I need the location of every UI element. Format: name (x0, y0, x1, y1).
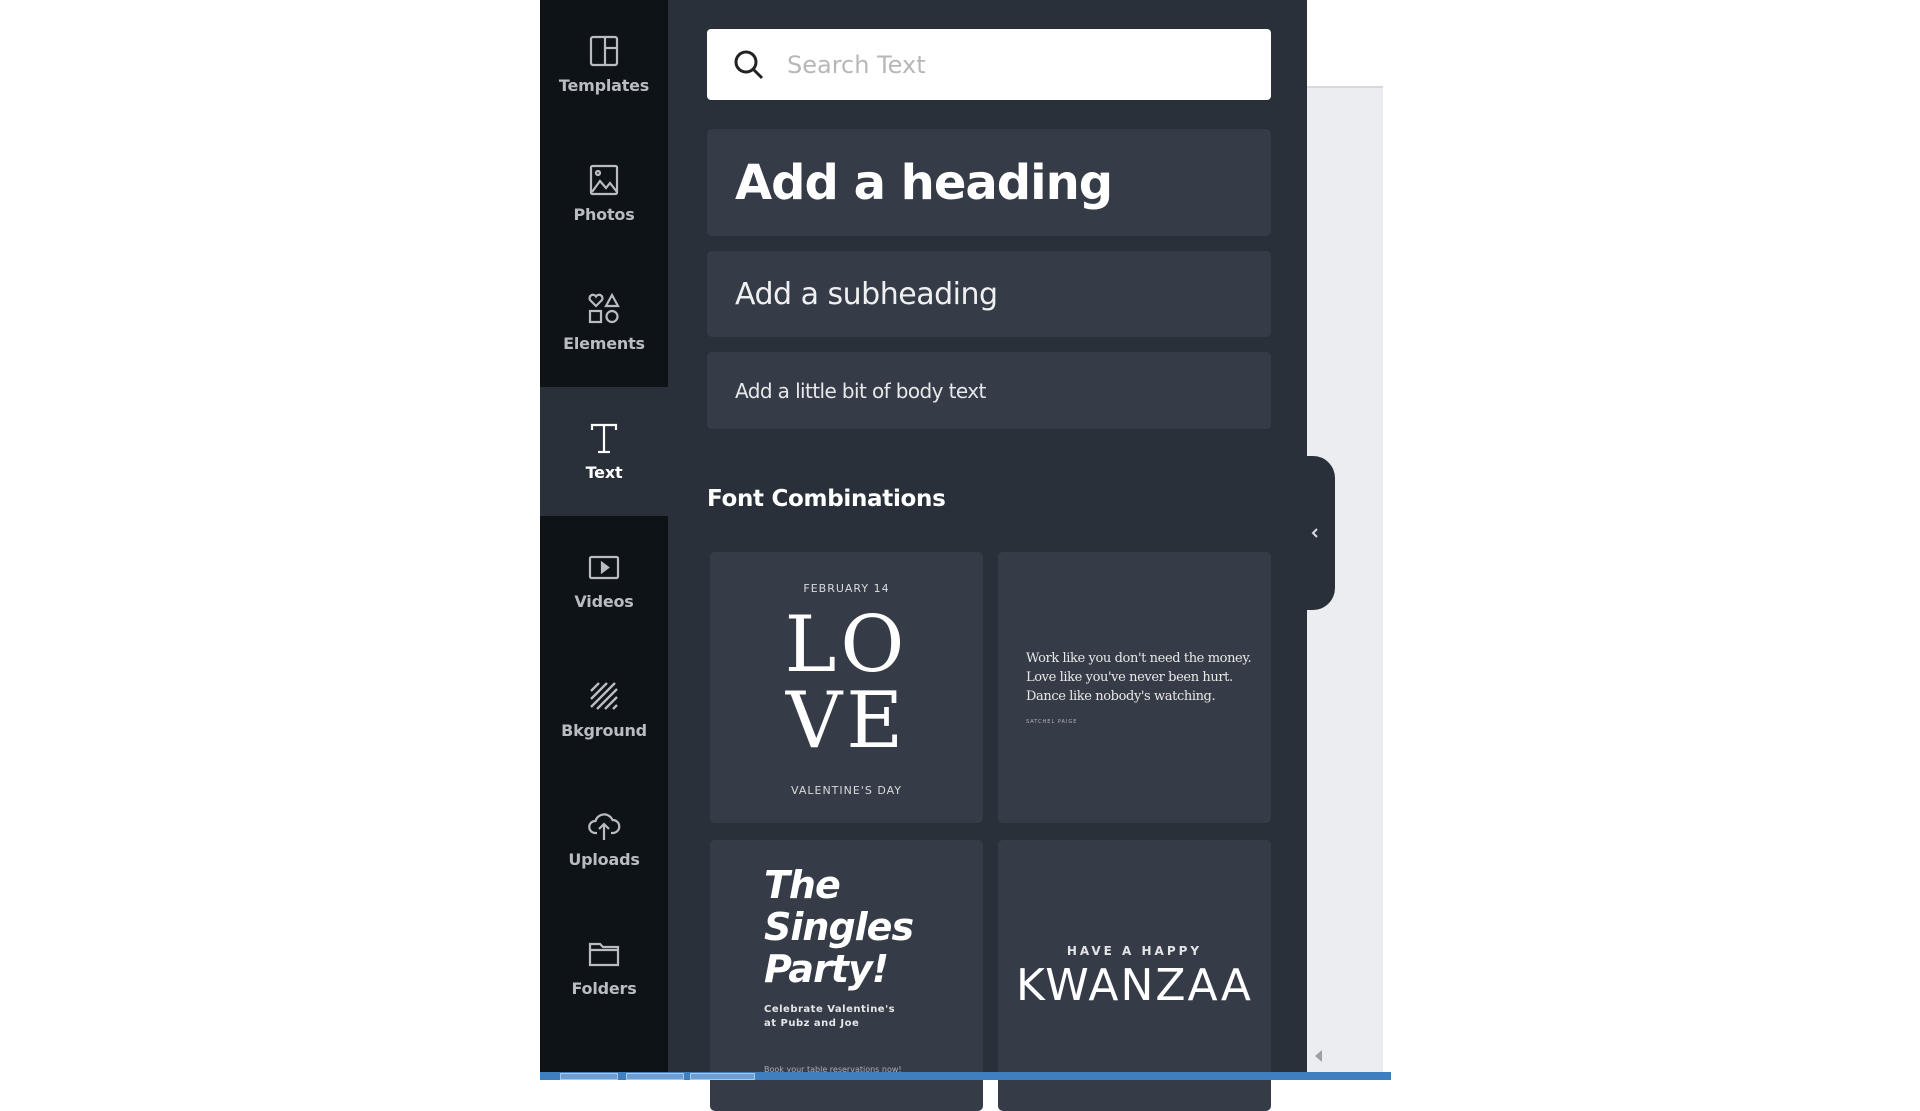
combination-caption-text: VALENTINE'S DAY (791, 784, 902, 797)
taskbar-button[interactable] (626, 1073, 684, 1080)
search-box[interactable] (707, 29, 1271, 100)
sidebar: Templates Photos Elements Text Videos Bk… (540, 0, 668, 1072)
taskbar (540, 1072, 1391, 1080)
combination-small-text: HAVE A HAPPY (1066, 944, 1203, 958)
font-combination-quote[interactable]: Work like you don't need the money. Love… (998, 552, 1271, 823)
collapse-panel-button[interactable] (1307, 456, 1335, 610)
sidebar-item-photos[interactable]: Photos (540, 129, 668, 258)
sidebar-item-uploads[interactable]: Uploads (540, 774, 668, 903)
combination-attribution-text: SATCHEL PAIGE (1026, 719, 1078, 725)
sidebar-item-folders[interactable]: Folders (540, 903, 668, 1032)
font-combinations-heading: Font Combinations (707, 486, 946, 512)
search-input[interactable] (785, 49, 1229, 80)
taskbar-button[interactable] (690, 1073, 755, 1080)
sidebar-item-label: Videos (574, 592, 634, 611)
add-heading-button[interactable]: Add a heading (707, 129, 1271, 236)
videos-icon (588, 555, 620, 580)
sidebar-item-label: Bkground (561, 721, 647, 740)
uploads-icon (588, 813, 621, 840)
folders-icon (588, 942, 620, 967)
font-combination-singles-party[interactable]: The Singles Party! Celebrate Valentine's… (710, 840, 983, 1111)
search-icon (734, 50, 764, 79)
combination-quote-text: Work like you don't need the money. Love… (1026, 651, 1252, 704)
add-body-text-button[interactable]: Add a little bit of body text (707, 352, 1271, 429)
sidebar-item-label: Templates (558, 76, 650, 95)
sidebar-item-elements[interactable]: Elements (540, 258, 668, 387)
templates-icon (589, 35, 619, 67)
sidebar-item-videos[interactable]: Videos (540, 516, 668, 645)
taskbar-button[interactable] (560, 1073, 618, 1080)
sidebar-item-label: Elements (563, 334, 645, 353)
sidebar-item-templates[interactable]: Templates (540, 0, 668, 129)
add-subheading-button[interactable]: Add a subheading (707, 251, 1271, 337)
elements-icon (588, 292, 620, 324)
photos-icon (589, 164, 619, 196)
background-icon (590, 682, 618, 710)
sidebar-item-label: Text (585, 463, 623, 482)
sidebar-item-label: Uploads (568, 850, 640, 869)
sidebar-item-background[interactable]: Bkground (540, 645, 668, 774)
combination-main-text: LO VE (784, 600, 909, 766)
combination-subtitle-text: Celebrate Valentine's at Pubz and Joe (764, 1004, 896, 1029)
font-combination-love[interactable]: FEBRUARY 14 LO VE VALENTINE'S DAY (710, 552, 983, 823)
editor-app: Templates Photos Elements Text Videos Bk… (540, 0, 1391, 1111)
scroll-left-arrow-icon[interactable] (1315, 1050, 1322, 1062)
chevron-left-icon (1311, 528, 1318, 538)
combination-date-text: FEBRUARY 14 (803, 582, 890, 595)
text-icon (590, 423, 618, 454)
combination-big-text: KWANZAA (1016, 960, 1253, 1011)
sidebar-item-label: Folders (571, 979, 637, 998)
font-combination-kwanzaa[interactable]: HAVE A HAPPY KWANZAA (998, 840, 1271, 1111)
sidebar-item-text[interactable]: Text (540, 387, 668, 516)
combination-title-text: The Singles Party! (764, 863, 914, 991)
text-panel: Add a heading Add a subheading Add a lit… (668, 0, 1307, 1111)
sidebar-item-label: Photos (573, 205, 635, 224)
